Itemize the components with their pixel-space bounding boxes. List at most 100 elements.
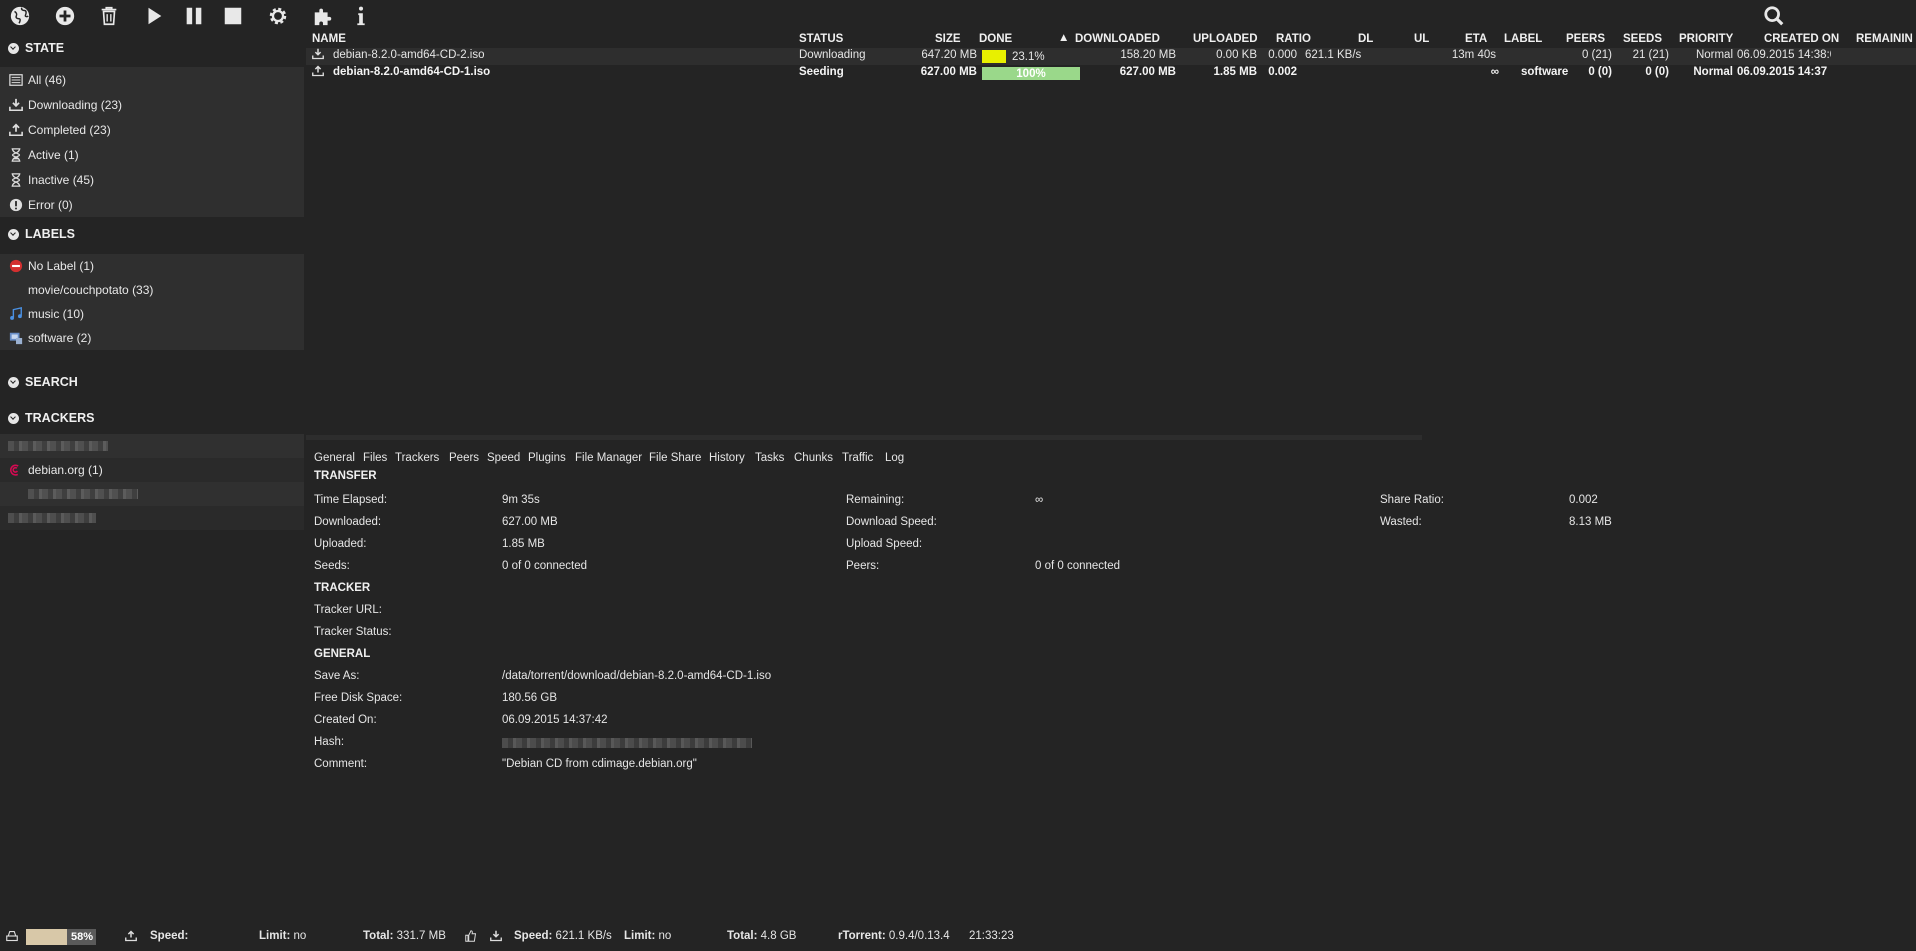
label-item-no-label[interactable]: No Label (1) [0, 254, 304, 278]
disk-usage-percent: 58% [70, 931, 93, 943]
download-icon [8, 97, 24, 113]
trackers-section-header[interactable]: TRACKERS [0, 404, 304, 432]
col-header-peers[interactable]: PEERS [1566, 33, 1605, 45]
music-icon [8, 306, 24, 322]
labels-list: No Label (1) movie/couchpotato (33) musi… [0, 254, 304, 350]
upload-limit[interactable]: Limit: no [259, 930, 306, 942]
sort-asc-icon: ▲ [1058, 32, 1070, 44]
software-icon [8, 330, 24, 346]
time-elapsed-value: 9m 35s [502, 494, 540, 506]
col-header-size[interactable]: SIZE [935, 33, 961, 45]
labels-section-header[interactable]: LABELS [0, 220, 304, 248]
seeds-label: Seeds: [314, 560, 350, 572]
tab-files[interactable]: Files [363, 452, 387, 464]
col-header-remaining[interactable]: REMAININ [1856, 33, 1916, 45]
stop-icon[interactable] [220, 3, 246, 29]
state-item-downloading[interactable]: Downloading (23) [0, 92, 304, 117]
pause-icon[interactable] [181, 3, 207, 29]
col-header-ul[interactable]: UL [1414, 33, 1429, 45]
trash-icon[interactable] [96, 3, 122, 29]
tab-file-share[interactable]: File Share [649, 452, 701, 464]
comment-label: Comment: [314, 758, 368, 770]
label-item-music[interactable]: music (10) [0, 302, 304, 326]
col-header-label[interactable]: LABEL [1504, 33, 1542, 45]
download-limit[interactable]: Limit: no [624, 930, 671, 942]
col-header-eta[interactable]: ETA [1465, 33, 1487, 45]
download-speed-label: Download Speed: [846, 516, 937, 528]
col-header-ratio[interactable]: RATIO [1276, 33, 1311, 45]
state-item-inactive[interactable]: Inactive (45) [0, 167, 304, 192]
col-header-uploaded[interactable]: UPLOADED [1193, 33, 1258, 45]
cell-size: 627.00 MB [920, 66, 977, 78]
col-header-status[interactable]: STATUS [799, 33, 843, 45]
clock: 21:33:23 [969, 930, 1014, 942]
hourglass-empty-icon [8, 172, 24, 188]
cell-status: Seeding [799, 66, 844, 78]
collapse-icon [8, 376, 19, 388]
label-item-movie-couchpotato[interactable]: movie/couchpotato (33) [0, 278, 304, 302]
plugins-puzzle-icon[interactable] [310, 3, 336, 29]
trackers-list: debian.org (1) [0, 434, 304, 530]
tab-trackers[interactable]: Trackers [395, 452, 439, 464]
tab-history[interactable]: History [709, 452, 745, 464]
collapse-icon [8, 228, 19, 240]
remaining-label: Remaining: [846, 494, 905, 506]
table-row[interactable]: debian-8.2.0-amd64-CD-1.iso Seeding 627.… [306, 65, 1916, 82]
downloaded-label: Downloaded: [314, 516, 382, 528]
table-row[interactable]: debian-8.2.0-amd64-CD-2.iso Downloading … [306, 48, 1916, 65]
col-header-name[interactable]: NAME [312, 33, 346, 45]
col-header-downloaded[interactable]: DOWNLOADED [1075, 33, 1160, 45]
tab-chunks[interactable]: Chunks [794, 452, 833, 464]
download-icon [312, 48, 324, 63]
search-section-header[interactable]: SEARCH [0, 368, 304, 396]
state-section-header[interactable]: STATE [0, 34, 304, 62]
cell-ratio: 0.000 [1268, 49, 1297, 61]
globe-icon[interactable] [7, 3, 33, 29]
state-item-active[interactable]: Active (1) [0, 142, 304, 167]
table-header: NAME STATUS SIZE DONE ▲ DOWNLOADED UPLOA… [306, 32, 1916, 48]
panel-splitter[interactable] [306, 435, 1422, 440]
rutorrent-app: STATE All (46) Downloading (23) Complete… [0, 0, 1916, 951]
label-item-software[interactable]: software (2) [0, 326, 304, 350]
blurred-hash-value [502, 738, 752, 748]
transfer-heading: TRANSFER [314, 470, 377, 482]
tab-peers[interactable]: Peers [449, 452, 479, 464]
cell-downloaded: 627.00 MB [1119, 66, 1176, 78]
general-details-panel: TRANSFER Time Elapsed: 9m 35s Downloaded… [314, 470, 1914, 780]
col-header-seeds[interactable]: SEEDS [1623, 33, 1662, 45]
tracker-item-blurred[interactable] [0, 482, 304, 506]
thumbs-up-icon[interactable] [465, 930, 477, 945]
tab-plugins[interactable]: Plugins [528, 452, 566, 464]
state-item-error[interactable]: Error (0) [0, 192, 304, 217]
wasted-label: Wasted: [1380, 516, 1422, 528]
tab-speed[interactable]: Speed [487, 452, 520, 464]
state-list: All (46) Downloading (23) Completed (23)… [0, 67, 304, 217]
col-header-created-on[interactable]: CREATED ON [1764, 33, 1839, 45]
col-header-priority[interactable]: PRIORITY [1679, 33, 1733, 45]
search-icon[interactable] [1761, 3, 1787, 29]
state-item-completed[interactable]: Completed (23) [0, 117, 304, 142]
col-header-dl[interactable]: DL [1358, 33, 1373, 45]
tracker-item-blurred[interactable] [0, 434, 304, 458]
tab-file-manager[interactable]: File Manager [575, 452, 642, 464]
tracker-item-debian[interactable]: debian.org (1) [0, 458, 304, 482]
disk-usage-fill [26, 929, 67, 945]
tracker-item-blurred[interactable] [0, 506, 304, 530]
tab-general[interactable]: General [314, 452, 355, 464]
cell-ratio: 0.002 [1268, 66, 1297, 78]
settings-gear-icon[interactable] [265, 3, 291, 29]
share-ratio-value: 0.002 [1569, 494, 1598, 506]
general-heading: GENERAL [314, 648, 371, 660]
col-header-done[interactable]: DONE [979, 33, 1012, 45]
start-icon[interactable] [141, 3, 167, 29]
remaining-value: ∞ [1035, 494, 1044, 506]
no-entry-icon [8, 258, 24, 274]
cell-uploaded: 1.85 MB [1213, 66, 1257, 78]
peers-value: 0 of 0 connected [1035, 560, 1121, 572]
about-info-icon[interactable] [348, 3, 374, 29]
state-item-all[interactable]: All (46) [0, 67, 304, 92]
tab-tasks[interactable]: Tasks [755, 452, 784, 464]
add-torrent-icon[interactable] [52, 3, 78, 29]
tab-traffic[interactable]: Traffic [842, 452, 873, 464]
tab-log[interactable]: Log [885, 452, 904, 464]
